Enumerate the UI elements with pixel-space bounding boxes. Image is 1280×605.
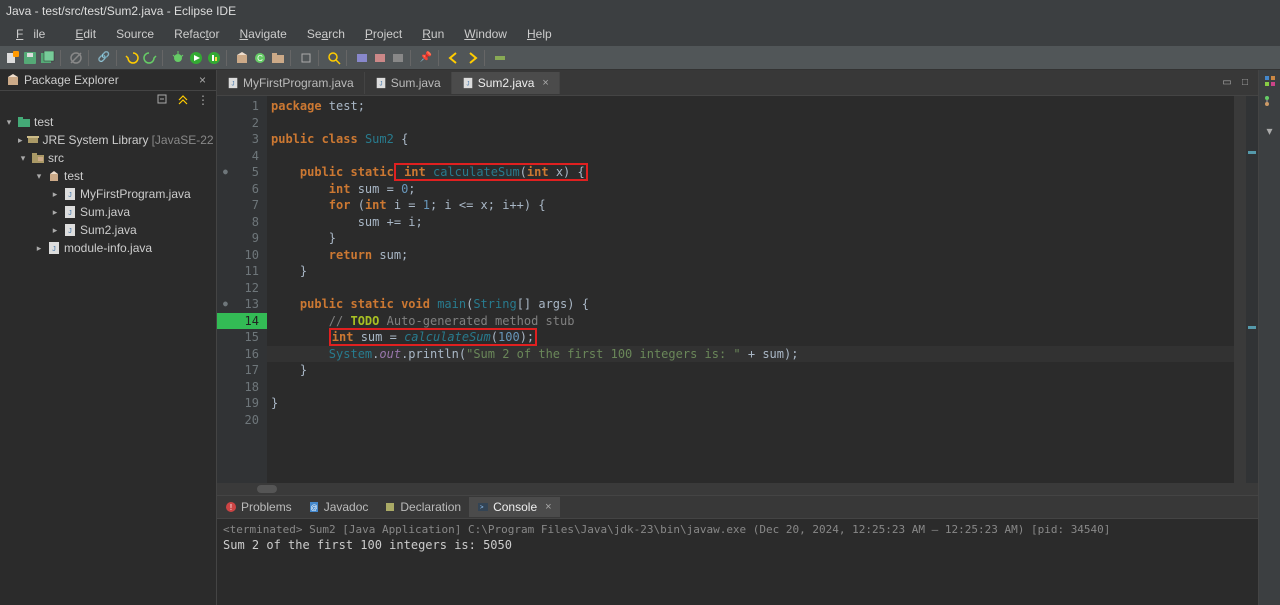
- menu-search[interactable]: Search: [297, 24, 355, 44]
- tree-file[interactable]: ▸JMyFirstProgram.java: [0, 185, 216, 203]
- coverage-icon[interactable]: [206, 50, 222, 66]
- console-status: <terminated> Sum2 [Java Application] C:\…: [223, 521, 1252, 538]
- view-menu-icon[interactable]: ⋮: [196, 93, 210, 107]
- menu-navigate[interactable]: Navigate: [229, 24, 296, 44]
- menu-edit[interactable]: Edit: [65, 24, 106, 44]
- tree-file[interactable]: ▸JSum2.java: [0, 221, 216, 239]
- console-output: Sum 2 of the first 100 integers is: 5050: [223, 538, 1252, 552]
- code-editor[interactable]: 1234 5678 9101112 13141516 17181920 pack…: [217, 96, 1258, 483]
- package-icon: [6, 73, 20, 87]
- menu-project[interactable]: Project: [355, 24, 412, 44]
- svg-text:C: C: [257, 54, 263, 63]
- run-icon[interactable]: [188, 50, 204, 66]
- annotation-next-icon[interactable]: [372, 50, 388, 66]
- project-tree[interactable]: ▾test ▸JRE System Library [JavaSE-22 ▾sr…: [0, 109, 216, 605]
- tab-problems[interactable]: !Problems: [217, 497, 300, 517]
- editor-tabs: JMyFirstProgram.java JSum.java JSum2.jav…: [217, 70, 1258, 96]
- menu-bar: File Edit Source Refactor Navigate Searc…: [0, 22, 1280, 46]
- menu-run[interactable]: Run: [412, 24, 454, 44]
- tab-sum[interactable]: JSum.java: [365, 72, 452, 94]
- close-icon[interactable]: ×: [542, 77, 548, 89]
- debug-icon[interactable]: [170, 50, 186, 66]
- java-perspective-icon[interactable]: [1263, 74, 1277, 88]
- pin-icon[interactable]: 📌: [418, 50, 434, 66]
- toolbar: 🔗 C 📌: [0, 46, 1280, 70]
- horizontal-scrollbar[interactable]: [217, 483, 1258, 495]
- save-icon[interactable]: [22, 50, 38, 66]
- console-view[interactable]: <terminated> Sum2 [Java Application] C:\…: [217, 519, 1258, 605]
- vertical-scrollbar[interactable]: [1234, 96, 1246, 483]
- svg-text:J: J: [68, 192, 72, 199]
- annotation-prev-icon[interactable]: [354, 50, 370, 66]
- back-icon[interactable]: [446, 50, 462, 66]
- svg-text:J: J: [466, 81, 469, 87]
- minimize-icon[interactable]: ▭: [1220, 76, 1234, 90]
- search-icon[interactable]: [326, 50, 342, 66]
- explorer-title: Package Explorer: [24, 73, 191, 87]
- title-bar: Java - test/src/test/Sum2.java - Eclipse…: [0, 0, 1280, 22]
- tab-myfirstprogram[interactable]: JMyFirstProgram.java: [217, 72, 365, 94]
- tree-package[interactable]: ▾test: [0, 167, 216, 185]
- chevron-down-icon[interactable]: ▾: [1263, 124, 1277, 138]
- undo-icon[interactable]: [124, 50, 140, 66]
- save-all-icon[interactable]: [40, 50, 56, 66]
- new-package-icon[interactable]: [234, 50, 250, 66]
- debug-skip-icon[interactable]: [68, 50, 84, 66]
- package-explorer: Package Explorer × ⋮ ▾test ▸JRE System L…: [0, 70, 217, 605]
- menu-window[interactable]: Window: [454, 24, 517, 44]
- tree-project[interactable]: ▾test: [0, 113, 216, 131]
- open-type-icon[interactable]: [298, 50, 314, 66]
- svg-text:>: >: [480, 505, 484, 511]
- close-icon[interactable]: ×: [545, 501, 551, 513]
- svg-text:J: J: [232, 81, 235, 87]
- bottom-views: !Problems @Javadoc Declaration >Console×: [217, 495, 1258, 519]
- tree-module[interactable]: ▸Jmodule-info.java: [0, 239, 216, 257]
- tab-console[interactable]: >Console×: [469, 497, 559, 517]
- search-toolbar-icon[interactable]: [492, 50, 508, 66]
- window-title: Java - test/src/test/Sum2.java - Eclipse…: [6, 4, 236, 18]
- new-class-icon[interactable]: C: [252, 50, 268, 66]
- svg-text:J: J: [68, 228, 72, 235]
- last-edit-icon[interactable]: [390, 50, 406, 66]
- outline-icon[interactable]: [1263, 94, 1277, 108]
- svg-text:J: J: [68, 210, 72, 217]
- tab-sum2[interactable]: JSum2.java×: [452, 72, 560, 94]
- close-icon[interactable]: ×: [195, 73, 210, 87]
- menu-source[interactable]: Source: [106, 24, 164, 44]
- menu-file[interactable]: File: [6, 24, 65, 44]
- tree-file[interactable]: ▸JSum.java: [0, 203, 216, 221]
- line-gutter: 1234 5678 9101112 13141516 17181920: [217, 96, 267, 483]
- link-editor-icon[interactable]: [176, 93, 190, 107]
- tab-declaration[interactable]: Declaration: [376, 497, 469, 517]
- run-last-icon[interactable]: 🔗: [96, 50, 112, 66]
- tree-jre[interactable]: ▸JRE System Library [JavaSE-22: [0, 131, 216, 149]
- svg-text:!: !: [230, 503, 232, 512]
- menu-help[interactable]: Help: [517, 24, 562, 44]
- forward-icon[interactable]: [464, 50, 480, 66]
- maximize-icon[interactable]: □: [1238, 76, 1252, 90]
- tree-src[interactable]: ▾src: [0, 149, 216, 167]
- tab-javadoc[interactable]: @Javadoc: [300, 497, 377, 517]
- collapse-all-icon[interactable]: [156, 93, 170, 107]
- new-icon[interactable]: [4, 50, 20, 66]
- redo-icon[interactable]: [142, 50, 158, 66]
- new-folder-icon[interactable]: [270, 50, 286, 66]
- svg-text:J: J: [379, 81, 382, 87]
- svg-text:J: J: [52, 246, 56, 253]
- menu-refactor[interactable]: Refactor: [164, 24, 229, 44]
- overview-ruler[interactable]: [1246, 96, 1258, 483]
- svg-text:@: @: [310, 505, 317, 512]
- perspective-bar: ▾: [1258, 70, 1280, 605]
